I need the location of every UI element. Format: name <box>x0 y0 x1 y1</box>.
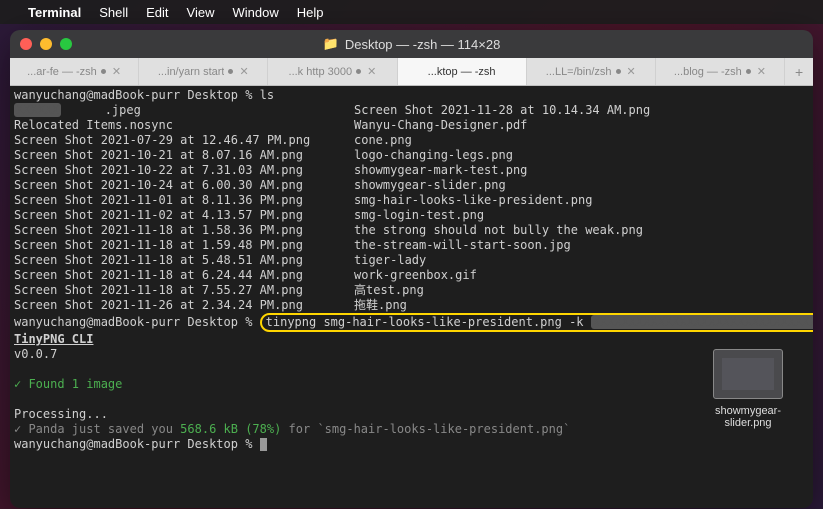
ls-item: Screen Shot 2021-10-22 at 7.31.03 AM.png <box>14 163 303 177</box>
dirty-dot-icon <box>228 69 233 74</box>
ls-item: the-stream-will-start-soon.jpg <box>354 238 571 252</box>
close-tab-icon[interactable]: ✕ <box>239 65 248 78</box>
redacted-text: XXXXXX <box>14 103 61 117</box>
processing-message: Processing... <box>14 407 108 421</box>
redacted-api-key: XXXXXXXXXXXXXXXXXXXXXXXXXXXXXXXX <box>591 315 813 329</box>
dirty-dot-icon <box>101 69 106 74</box>
ls-item: 高test.png <box>354 283 424 297</box>
menu-app-name[interactable]: Terminal <box>28 5 81 20</box>
tab-2[interactable]: ...in/yarn start✕ <box>139 58 268 85</box>
prompt: wanyuchang@madBook-purr Desktop % <box>14 315 260 329</box>
highlighted-command: tinypng smg-hair-looks-like-president.pn… <box>260 313 813 332</box>
ls-item: Screen Shot 2021-10-24 at 6.00.30 AM.png <box>14 178 303 192</box>
new-tab-button[interactable]: + <box>785 58 813 85</box>
window-title: 📁 Desktop — -zsh — 114×28 <box>10 36 813 52</box>
tab-1[interactable]: ...ar-fe — -zsh✕ <box>10 58 139 85</box>
ls-item: Screen Shot 2021-11-26 at 2.34.24 PM.png <box>14 298 303 312</box>
tab-bar: ...ar-fe — -zsh✕ ...in/yarn start✕ ...k … <box>10 58 813 86</box>
desktop-file-icon[interactable]: showmygear-slider.png <box>703 349 793 429</box>
tab-4-active[interactable]: ...ktop — -zsh <box>398 58 527 85</box>
menu-help[interactable]: Help <box>297 5 324 20</box>
tab-5[interactable]: ...LL=/bin/zsh✕ <box>527 58 656 85</box>
cli-version: v0.0.7 <box>14 347 57 361</box>
saved-message: ✓ Panda just saved you 568.6 kB (78%) fo… <box>14 422 570 436</box>
ls-item: cone.png <box>354 133 412 147</box>
macos-menubar: Terminal Shell Edit View Window Help <box>0 0 823 24</box>
close-tab-icon[interactable]: ✕ <box>627 65 636 78</box>
menu-shell[interactable]: Shell <box>99 5 128 20</box>
ls-item: Screen Shot 2021-11-18 at 1.58.36 PM.png <box>14 223 303 237</box>
ls-item: Screen Shot 2021-11-28 at 10.14.34 AM.pn… <box>354 103 650 117</box>
tab-6[interactable]: ...blog — -zsh✕ <box>656 58 785 85</box>
ls-item: Screen Shot 2021-11-02 at 4.13.57 PM.png <box>14 208 303 222</box>
cli-title: TinyPNG CLI <box>14 332 93 346</box>
command: ls <box>260 88 274 102</box>
ls-item: showmygear-slider.png <box>354 178 506 192</box>
prompt: wanyuchang@madBook-purr Desktop % <box>14 437 260 451</box>
folder-icon: 📁 <box>323 36 339 52</box>
ls-item: Screen Shot 2021-10-21 at 8.07.16 AM.png <box>14 148 303 162</box>
ls-item: Screen Shot 2021-11-18 at 1.59.48 PM.png <box>14 238 303 252</box>
ls-item: showmygear-mark-test.png <box>354 163 527 177</box>
ls-item: 拖鞋.png <box>354 298 407 312</box>
ls-item: Screen Shot 2021-11-01 at 8.11.36 PM.png <box>14 193 303 207</box>
terminal-content[interactable]: wanyuchang@madBook-purr Desktop % ls XXX… <box>10 86 813 508</box>
tab-3[interactable]: ...k http 3000✕ <box>268 58 397 85</box>
dirty-dot-icon <box>746 69 751 74</box>
ls-item: Screen Shot 2021-11-18 at 7.55.27 AM.png <box>14 283 303 297</box>
ls-item: Screen Shot 2021-07-29 at 12.46.47 PM.pn… <box>14 133 310 147</box>
found-message: ✓ Found 1 image <box>14 377 122 391</box>
close-tab-icon[interactable]: ✕ <box>112 65 121 78</box>
cursor-icon <box>260 438 267 451</box>
ls-item: smg-hair-looks-like-president.png <box>354 193 592 207</box>
ls-item: smg-login-test.png <box>354 208 484 222</box>
prompt: wanyuchang@madBook-purr Desktop % <box>14 88 260 102</box>
ls-item: .jpeg <box>61 103 140 117</box>
terminal-window: 📁 Desktop — -zsh — 114×28 ...ar-fe — -zs… <box>10 30 813 508</box>
dirty-dot-icon <box>616 69 621 74</box>
ls-item: the strong should not bully the weak.png <box>354 223 643 237</box>
ls-item: logo-changing-legs.png <box>354 148 513 162</box>
window-titlebar[interactable]: 📁 Desktop — -zsh — 114×28 <box>10 30 813 58</box>
menu-window[interactable]: Window <box>233 5 279 20</box>
ls-item: Screen Shot 2021-11-18 at 6.24.44 AM.png <box>14 268 303 282</box>
menu-edit[interactable]: Edit <box>146 5 168 20</box>
ls-item: Relocated Items.nosync <box>14 118 173 132</box>
file-name-label: showmygear-slider.png <box>703 405 793 429</box>
dirty-dot-icon <box>356 69 361 74</box>
ls-item: work-greenbox.gif <box>354 268 477 282</box>
ls-item: Wanyu-Chang-Designer.pdf <box>354 118 527 132</box>
ls-item: tiger-lady <box>354 253 426 267</box>
command: tinypng smg-hair-looks-like-president.pn… <box>266 315 591 329</box>
ls-item: Screen Shot 2021-11-18 at 5.48.51 AM.png <box>14 253 303 267</box>
menu-view[interactable]: View <box>187 5 215 20</box>
close-tab-icon[interactable]: ✕ <box>367 65 376 78</box>
close-tab-icon[interactable]: ✕ <box>757 65 766 78</box>
file-thumbnail-icon <box>713 349 783 399</box>
window-title-text: Desktop — -zsh — 114×28 <box>345 37 500 52</box>
